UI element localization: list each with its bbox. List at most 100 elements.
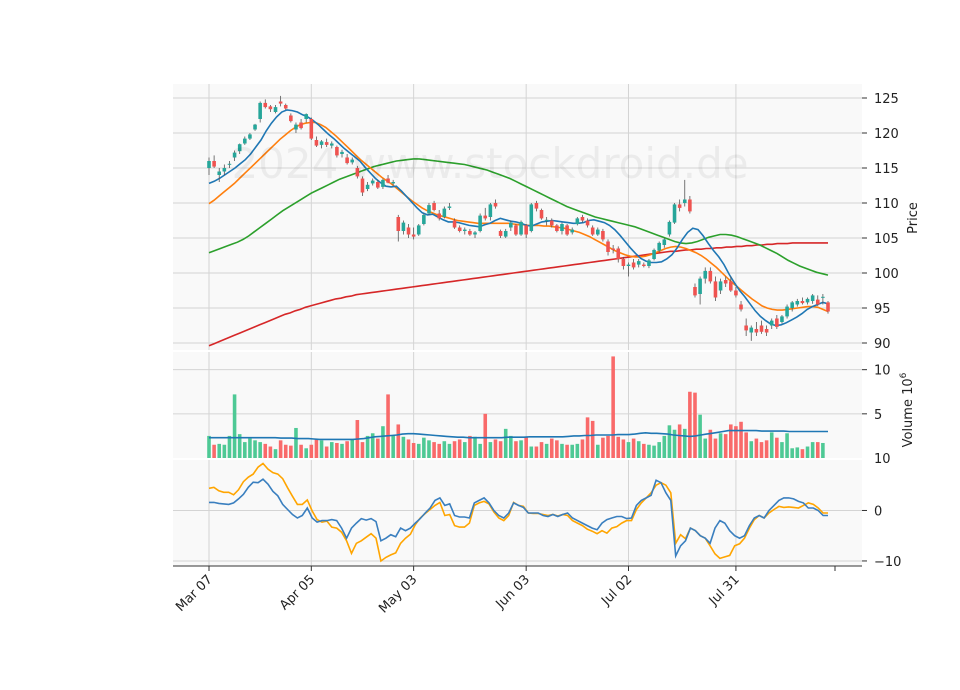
volume-bar-97 xyxy=(703,438,708,458)
volume-bar-19 xyxy=(304,448,308,458)
candle-body-60 xyxy=(514,225,518,235)
volume-bar-10 xyxy=(258,442,262,458)
volume-bar-62 xyxy=(524,436,528,458)
volume-bar-4 xyxy=(227,435,232,458)
volume-bar-16 xyxy=(289,445,293,458)
candle-body-78 xyxy=(606,241,610,252)
volume-ytick-label-bottom: 10 xyxy=(874,452,891,467)
volume-bar-110 xyxy=(769,432,774,458)
volume-bar-101 xyxy=(723,434,728,458)
candle-body-73 xyxy=(580,217,585,221)
candle-body-118 xyxy=(810,295,815,301)
candle-body-13 xyxy=(273,107,278,112)
volume-bar-113 xyxy=(785,433,789,458)
candle-body-46 xyxy=(442,208,447,217)
volume-bar-67 xyxy=(549,438,554,458)
volume-bar-106 xyxy=(749,441,754,458)
volume-bar-81 xyxy=(621,439,626,458)
volume-bar-99 xyxy=(713,438,718,458)
candle-body-17 xyxy=(294,124,298,130)
volume-bar-22 xyxy=(319,440,324,458)
stock-chart: 9095100105110115120125 10510 0−10 Mar 07… xyxy=(0,0,960,690)
candle-body-77 xyxy=(601,231,605,240)
volume-bar-11 xyxy=(263,443,268,458)
volume-panel: 10 5 10 xyxy=(173,352,891,467)
candle-body-62 xyxy=(524,225,528,235)
volume-bar-2 xyxy=(217,443,222,458)
volume-bar-13 xyxy=(273,449,278,458)
candle-body-90 xyxy=(667,221,672,235)
volume-bar-8 xyxy=(248,438,252,458)
candle-body-12 xyxy=(268,106,273,110)
candle-body-18 xyxy=(299,122,303,129)
candle-body-74 xyxy=(585,220,590,226)
candle-body-59 xyxy=(509,222,513,228)
volume-bar-9 xyxy=(253,440,257,458)
candle-body-49 xyxy=(457,227,462,231)
candle-body-95 xyxy=(693,287,697,296)
candle-body-110 xyxy=(769,320,774,326)
volume-bar-95 xyxy=(693,392,697,458)
candle-body-114 xyxy=(790,302,794,308)
volume-bar-93 xyxy=(682,428,687,458)
volume-bar-28 xyxy=(350,439,355,458)
volume-bar-44 xyxy=(432,442,436,458)
volume-bar-109 xyxy=(764,440,769,458)
candle-body-113 xyxy=(785,306,789,317)
volume-bar-45 xyxy=(437,443,441,458)
volume-bar-116 xyxy=(800,449,805,458)
candle-body-43 xyxy=(427,205,431,214)
volume-bar-49 xyxy=(457,439,462,458)
price-panel: 90 95 100 105 110 115 120 125 xyxy=(173,84,899,352)
candle-body-61 xyxy=(519,221,523,235)
candle-body-80 xyxy=(616,248,621,259)
osc-ytick-label-0: 0 xyxy=(874,504,882,519)
candle-body-44 xyxy=(432,203,436,210)
candle-body-65 xyxy=(539,210,544,219)
candle-body-75 xyxy=(590,227,595,235)
volume-bar-74 xyxy=(585,417,590,458)
price-ytick-label-4: 110 xyxy=(874,197,899,212)
candle-body-66 xyxy=(544,219,549,221)
candle-body-93 xyxy=(682,199,687,203)
volume-bar-56 xyxy=(493,439,498,458)
volume-bar-35 xyxy=(386,394,390,458)
candle-body-79 xyxy=(611,248,615,250)
volume-bar-85 xyxy=(642,443,646,458)
volume-bar-37 xyxy=(396,424,401,458)
volume-bar-102 xyxy=(729,424,733,458)
candle-body-2 xyxy=(217,171,222,175)
candle-body-121 xyxy=(826,302,830,312)
watermark-text: 2024 www.stockdroid.de xyxy=(231,139,748,188)
volume-bar-24 xyxy=(329,442,334,458)
candle-body-89 xyxy=(662,239,667,245)
candle-body-56 xyxy=(493,203,498,207)
candle-body-0 xyxy=(207,161,211,168)
candle-body-116 xyxy=(800,301,805,304)
price-ytick-label-6: 120 xyxy=(874,127,899,142)
volume-bar-82 xyxy=(626,442,631,458)
candle-body-58 xyxy=(503,231,508,237)
candle-body-94 xyxy=(688,199,692,212)
volume-bar-65 xyxy=(539,442,544,458)
volume-bar-31 xyxy=(365,435,370,458)
candle-body-45 xyxy=(437,213,441,219)
candle-body-3 xyxy=(222,168,227,172)
volume-bar-64 xyxy=(534,446,539,458)
volume-bar-57 xyxy=(498,441,503,458)
volume-axis-title: Volume 106 xyxy=(899,372,916,447)
volume-bar-104 xyxy=(739,421,743,458)
volume-bar-34 xyxy=(381,426,385,458)
volume-bar-80 xyxy=(616,436,621,458)
volume-bar-88 xyxy=(657,442,661,458)
volume-bar-3 xyxy=(222,444,227,458)
volume-bar-68 xyxy=(555,440,559,458)
volume-bar-54 xyxy=(483,413,488,458)
volume-bar-79 xyxy=(611,356,615,458)
candle-body-67 xyxy=(549,220,554,226)
volume-bar-0 xyxy=(207,435,211,458)
candle-body-101 xyxy=(723,280,728,284)
candle-body-115 xyxy=(795,301,800,305)
volume-bar-86 xyxy=(647,444,651,458)
volume-bar-105 xyxy=(744,432,748,458)
